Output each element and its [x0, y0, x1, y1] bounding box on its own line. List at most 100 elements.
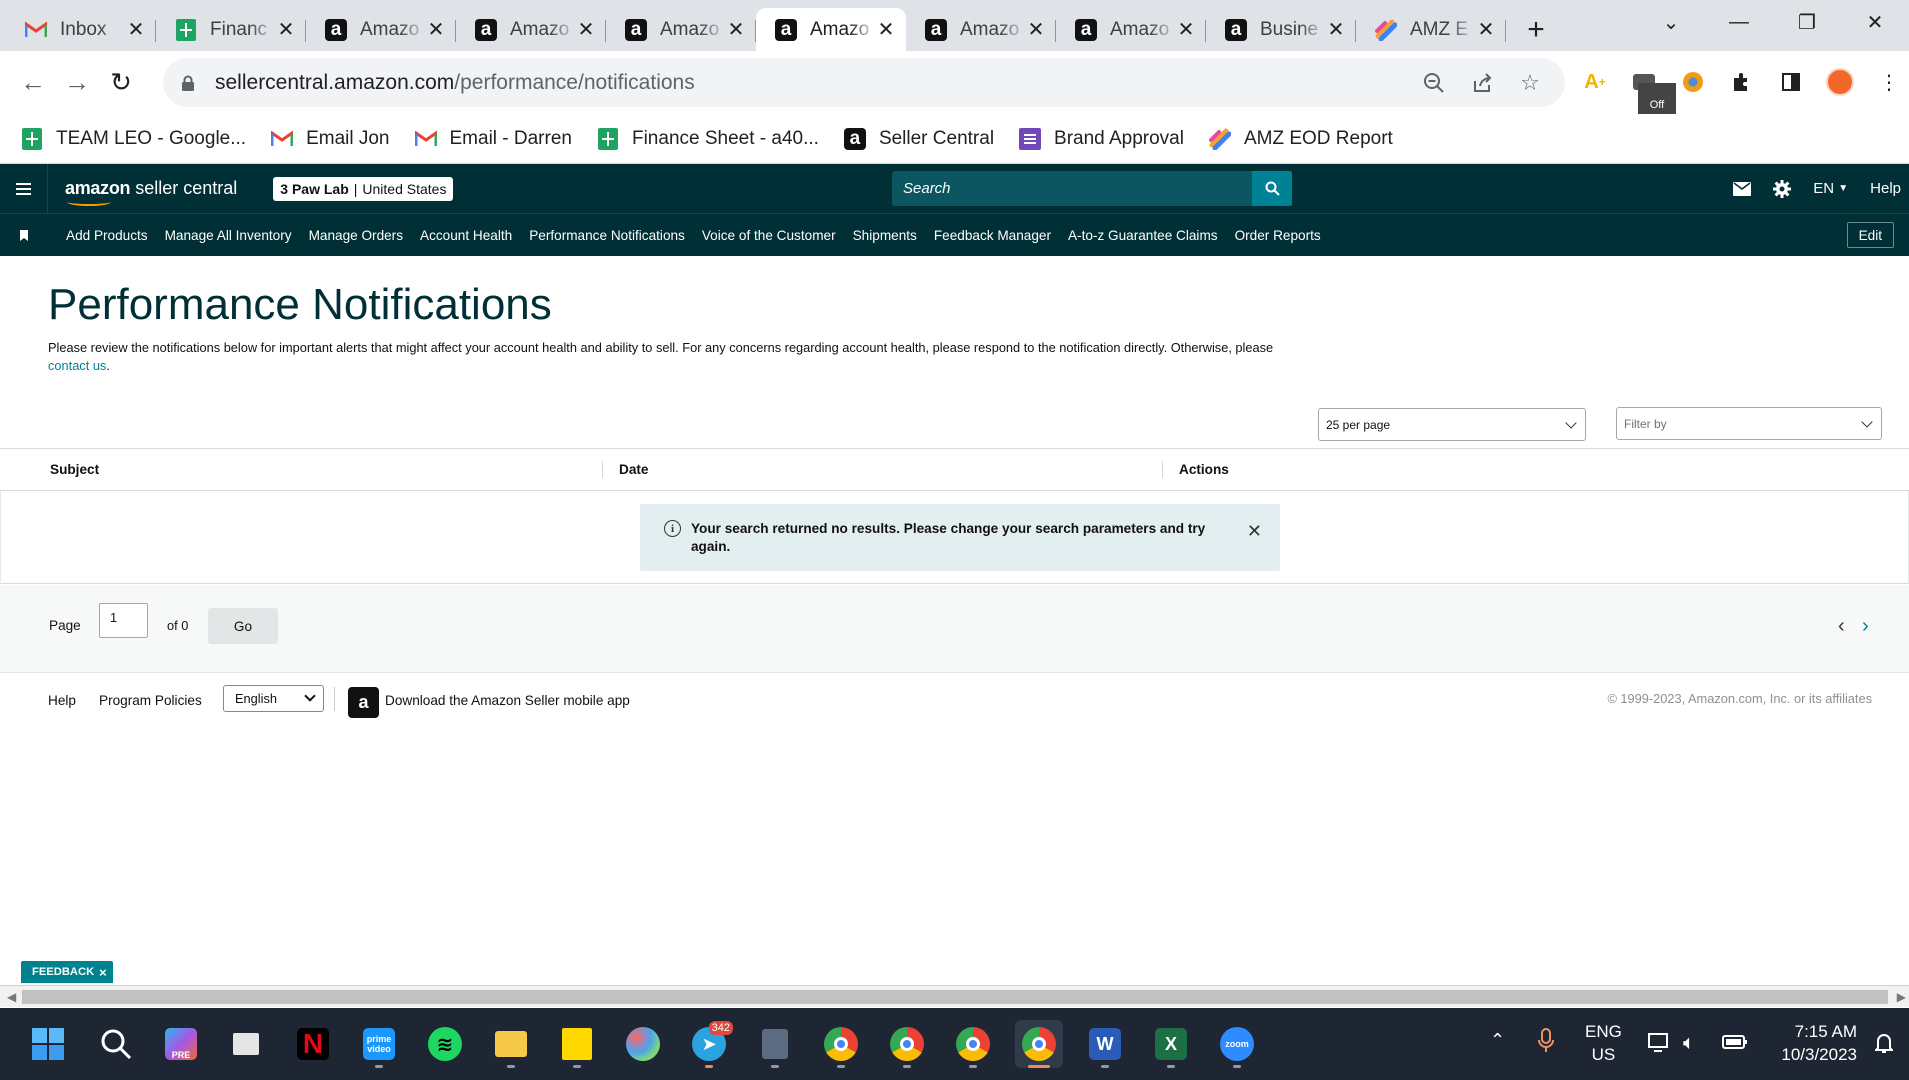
address-bar[interactable]: sellercentral.amazon.com/performance/not…	[163, 58, 1565, 107]
system-clock[interactable]: 7:15 AM 10/3/2023	[1781, 1020, 1857, 1066]
excel-icon[interactable]: X	[1147, 1020, 1195, 1068]
feedback-button[interactable]: FEEDBACK ×	[21, 961, 113, 983]
url-text[interactable]: sellercentral.amazon.com/performance/not…	[215, 71, 1417, 95]
chrome-profile-4-icon[interactable]	[1015, 1020, 1063, 1068]
search-button[interactable]	[1252, 171, 1292, 206]
share-icon[interactable]	[1465, 66, 1499, 100]
bookmark-item[interactable]: Brand Approval	[1018, 127, 1184, 151]
tray-overflow-icon[interactable]: ⌃	[1490, 1030, 1505, 1051]
browser-tab[interactable]: a Amazo ✕	[606, 8, 756, 51]
close-tab-icon[interactable]: ✕	[126, 17, 146, 42]
footer-language-select[interactable]: English	[223, 685, 324, 712]
tab-search-icon[interactable]: ⌄	[1637, 0, 1705, 44]
bookmark-item[interactable]: AMZ EOD Report	[1208, 127, 1393, 151]
back-icon[interactable]: ←	[11, 61, 55, 105]
windows-start-icon[interactable]	[24, 1020, 72, 1068]
zoom-icon[interactable]: zoom	[1213, 1020, 1261, 1068]
language-selector[interactable]: EN ▼	[1813, 180, 1848, 197]
horizontal-scrollbar[interactable]: ◀ ▶	[0, 985, 1909, 1007]
nav-link-add-products[interactable]: Add Products	[66, 228, 148, 243]
close-icon[interactable]: ✕	[1247, 522, 1262, 540]
chrome-profile-3-icon[interactable]	[949, 1020, 997, 1068]
settings-gear-icon[interactable]	[1773, 179, 1792, 198]
minimize-button[interactable]: —	[1705, 0, 1773, 44]
browser-tab[interactable]: a Amazo ✕	[306, 8, 456, 51]
browser-tab[interactable]: a Amazo ✕	[1056, 8, 1206, 51]
microphone-icon[interactable]	[1538, 1028, 1554, 1059]
seller-search-input[interactable]	[903, 180, 1292, 197]
column-subject[interactable]: Subject	[50, 462, 99, 477]
lock-icon[interactable]	[181, 75, 195, 91]
filter-by-select[interactable]: Filter by	[1616, 407, 1882, 440]
spotify-icon[interactable]: ≋	[421, 1020, 469, 1068]
nav-link-shipments[interactable]: Shipments	[853, 228, 917, 243]
nav-link-performance-notifications[interactable]: Performance Notifications	[529, 228, 685, 243]
go-button[interactable]: Go	[208, 608, 278, 644]
program-policies-link[interactable]: Program Policies	[99, 693, 202, 708]
nav-link-voice-of-the-customer[interactable]: Voice of the Customer	[702, 228, 836, 243]
next-page-icon[interactable]: ›	[1862, 615, 1869, 638]
bookmark-item[interactable]: a Seller Central	[843, 127, 994, 151]
bookmark-item[interactable]: Email Jon	[270, 127, 390, 151]
puzzle-icon[interactable]	[1723, 60, 1761, 104]
amazon-app-icon[interactable]: a	[348, 687, 379, 718]
nav-link-manage-orders[interactable]: Manage Orders	[309, 228, 403, 243]
browser-tab[interactable]: AMZ E ✕	[1356, 8, 1506, 51]
copilot-icon[interactable]: PRE	[157, 1020, 205, 1068]
browser-tab[interactable]: Financ ✕	[156, 8, 306, 51]
close-tab-icon[interactable]: ✕	[426, 17, 446, 42]
notification-bell-icon[interactable]	[1873, 1032, 1895, 1059]
nav-link-feedback-manager[interactable]: Feedback Manager	[934, 228, 1051, 243]
profile-avatar[interactable]	[1821, 60, 1859, 104]
forward-icon[interactable]: →	[55, 61, 99, 105]
close-icon[interactable]: ×	[99, 965, 107, 980]
orange-extension-icon[interactable]	[1674, 60, 1712, 104]
browser-tab[interactable]: Inbox ✕	[6, 8, 156, 51]
ascout-extension-icon[interactable]: A +	[1576, 60, 1614, 104]
prime-video-icon[interactable]: prime video	[355, 1020, 403, 1068]
chrome-profile-1-icon[interactable]	[817, 1020, 865, 1068]
footer-help-link[interactable]: Help	[48, 693, 76, 708]
contact-us-link[interactable]: contact us	[48, 358, 106, 373]
word-icon[interactable]: W	[1081, 1020, 1129, 1068]
file-explorer-icon[interactable]	[487, 1020, 535, 1068]
input-language-indicator[interactable]: ENG US	[1585, 1020, 1622, 1066]
page-number-input[interactable]: 1	[99, 603, 148, 638]
nav-link-manage-all-inventory[interactable]: Manage All Inventory	[165, 228, 292, 243]
hamburger-menu-icon[interactable]	[0, 164, 48, 213]
previous-page-icon[interactable]: ‹	[1838, 615, 1845, 638]
close-tab-icon[interactable]: ✕	[1026, 17, 1046, 42]
reload-icon[interactable]: ↻	[99, 61, 143, 105]
nav-link-a-to-z-guarantee-claims[interactable]: A-to-z Guarantee Claims	[1068, 228, 1218, 243]
keepa-extension-icon[interactable]: Off	[1625, 60, 1676, 127]
browser-tab[interactable]: a Amazo ✕	[906, 8, 1056, 51]
close-tab-icon[interactable]: ✕	[576, 17, 596, 42]
browser-tab[interactable]: a Amazo ✕	[756, 8, 906, 51]
search-icon[interactable]	[92, 1020, 140, 1068]
bookmark-item[interactable]: Email - Darren	[414, 127, 572, 151]
telegram-icon[interactable]: ➤ 342	[685, 1020, 733, 1068]
new-tab-button[interactable]: +	[1514, 8, 1558, 51]
side-panel-icon[interactable]	[1772, 60, 1810, 104]
task-view-icon[interactable]	[222, 1020, 270, 1068]
close-window-button[interactable]: ✕	[1841, 0, 1909, 44]
network-icon[interactable]	[1648, 1032, 1672, 1059]
netflix-icon[interactable]: N	[289, 1020, 337, 1068]
close-tab-icon[interactable]: ✕	[276, 17, 296, 42]
bookmark-item[interactable]: TEAM LEO - Google...	[20, 127, 246, 151]
store-selector[interactable]: 3 Paw Lab | United States	[273, 176, 454, 201]
browser-tab[interactable]: a Busine ✕	[1206, 8, 1356, 51]
bookmark-icon[interactable]	[0, 229, 48, 241]
calculator-icon[interactable]	[751, 1020, 799, 1068]
close-tab-icon[interactable]: ✕	[1326, 17, 1346, 42]
download-app-link[interactable]: Download the Amazon Seller mobile app	[385, 693, 630, 708]
zoom-icon[interactable]	[1417, 66, 1451, 100]
sticky-notes-icon[interactable]	[553, 1020, 601, 1068]
nav-link-order-reports[interactable]: Order Reports	[1235, 228, 1321, 243]
mail-icon[interactable]	[1733, 181, 1752, 196]
bookmark-star-icon[interactable]: ☆	[1513, 66, 1547, 100]
volume-icon[interactable]: 🔈︎	[1683, 1032, 1695, 1055]
chrome-menu-icon[interactable]: ⋮	[1870, 60, 1908, 104]
bookmark-item[interactable]: Finance Sheet - a40...	[596, 127, 819, 151]
close-tab-icon[interactable]: ✕	[1476, 17, 1496, 42]
